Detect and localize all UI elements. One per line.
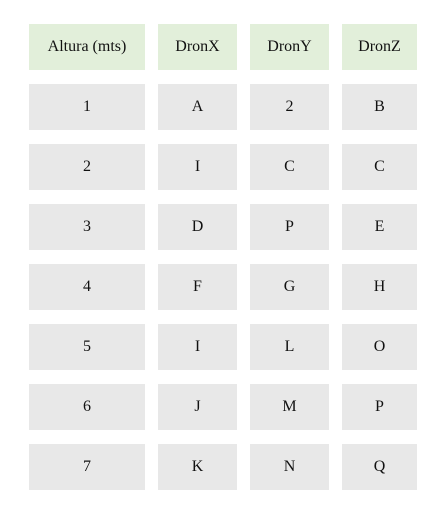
table-cell: G [250,264,329,310]
table-cell: 2 [250,84,329,130]
table-cell: 5 [29,324,145,370]
table-cell: H [342,264,417,310]
table-cell: J [158,384,237,430]
table-cell: 6 [29,384,145,430]
table-cell: E [342,204,417,250]
table-cell: 1 [29,84,145,130]
table-cell: 4 [29,264,145,310]
table-cell: M [250,384,329,430]
table-cell: 7 [29,444,145,490]
column-header-drony: DronY [250,24,329,70]
table-cell: P [250,204,329,250]
table-cell: F [158,264,237,310]
table-cell: A [158,84,237,130]
table-cell: L [250,324,329,370]
table-cell: P [342,384,417,430]
table-cell: I [158,144,237,190]
table-cell: N [250,444,329,490]
table-cell: K [158,444,237,490]
column-header-dronx: DronX [158,24,237,70]
table-cell: 2 [29,144,145,190]
table-cell: D [158,204,237,250]
table-cell: O [342,324,417,370]
table-cell: I [158,324,237,370]
table-cell: 3 [29,204,145,250]
table-cell: B [342,84,417,130]
data-table: Altura (mts) DronX DronY DronZ 1 A 2 B 2… [29,24,417,490]
table-cell: Q [342,444,417,490]
column-header-altura: Altura (mts) [29,24,145,70]
column-header-dronz: DronZ [342,24,417,70]
table-cell: C [250,144,329,190]
table-cell: C [342,144,417,190]
